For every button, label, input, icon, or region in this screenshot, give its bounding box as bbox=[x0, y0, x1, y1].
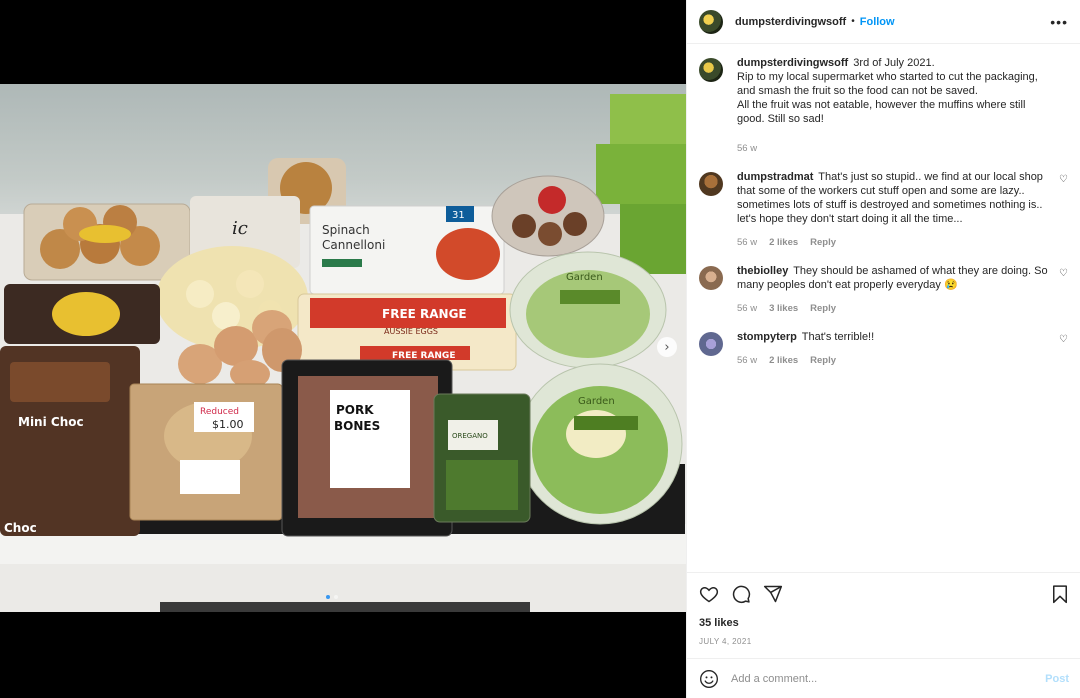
comment-item: dumpstradmat That's just so stupid.. we … bbox=[699, 170, 1068, 250]
eggs-sub: AUSSIE EGGS bbox=[384, 327, 438, 336]
price-tag: $1.00 bbox=[212, 418, 244, 431]
cannelloni-line2: Cannelloni bbox=[322, 238, 385, 252]
author-avatar[interactable] bbox=[699, 9, 723, 34]
caption-line: good. Still so sad! bbox=[737, 113, 824, 125]
commenter-avatar[interactable] bbox=[699, 172, 723, 196]
reduced-tag: Reduced bbox=[200, 407, 239, 417]
comment-likes[interactable]: 3 likes bbox=[769, 302, 798, 316]
commenter-avatar[interactable] bbox=[699, 332, 723, 356]
cannelloni-size: 31 bbox=[452, 210, 465, 221]
post-panel: dumpsterdivingwsoff • Follow ••• dumpste… bbox=[686, 0, 1080, 698]
post-actions: 35 likes JULY 4, 2021 bbox=[687, 572, 1080, 646]
groceries-photo: ic 31 Spinach Cannelloni Mini Choc Choc … bbox=[0, 94, 686, 612]
caption-line: All the fruit was not eatable, however t… bbox=[737, 99, 1026, 111]
header-separator: • bbox=[851, 16, 855, 27]
comment-username[interactable]: stompyterp bbox=[737, 331, 797, 343]
comment-item: stompyterp That's terrible!! 56 w 2 like… bbox=[699, 330, 1068, 368]
comment-username[interactable]: dumpstradmat bbox=[737, 171, 813, 183]
svg-text:ic: ic bbox=[232, 218, 248, 239]
heart-icon[interactable] bbox=[699, 584, 719, 604]
post-media: ic 31 Spinach Cannelloni Mini Choc Choc … bbox=[0, 0, 686, 698]
more-icon[interactable]: ••• bbox=[1050, 14, 1068, 30]
caption-line: and smash the fruit so the food can not … bbox=[737, 85, 978, 97]
commenter-avatar[interactable] bbox=[699, 266, 723, 290]
likes-count[interactable]: 35 likes bbox=[699, 617, 1069, 629]
share-icon[interactable] bbox=[763, 584, 783, 604]
next-image-button[interactable]: › bbox=[657, 337, 677, 357]
heart-icon[interactable]: ♡ bbox=[1054, 268, 1068, 316]
comment-time[interactable]: 56 w bbox=[737, 236, 757, 250]
caption-username[interactable]: dumpsterdivingwsoff bbox=[737, 57, 848, 69]
comment-item: thebiolley They should be ashamed of wha… bbox=[699, 264, 1068, 316]
reply-button[interactable]: Reply bbox=[810, 302, 836, 316]
post-date: JULY 4, 2021 bbox=[699, 637, 752, 646]
carousel-dot-active bbox=[326, 595, 330, 599]
comment-input[interactable] bbox=[731, 672, 1046, 685]
comment-composer: Post bbox=[687, 658, 1080, 698]
follow-button[interactable]: Follow bbox=[860, 16, 895, 28]
pork-line1: PORK bbox=[336, 403, 374, 417]
bookmark-icon[interactable] bbox=[1051, 584, 1069, 604]
comment-likes[interactable]: 2 likes bbox=[769, 354, 798, 368]
caption: dumpsterdivingwsoff 3rd of July 2021. Ri… bbox=[699, 56, 1068, 156]
eggs-label: FREE RANGE bbox=[382, 307, 467, 321]
heart-icon[interactable]: ♡ bbox=[1054, 174, 1068, 250]
comment-username[interactable]: thebiolley bbox=[737, 265, 788, 277]
emoji-icon[interactable] bbox=[699, 669, 719, 689]
choc-label: Choc bbox=[4, 521, 37, 535]
comments-list[interactable]: dumpsterdivingwsoff 3rd of July 2021. Ri… bbox=[687, 44, 1080, 572]
pork-line2: BONES bbox=[334, 419, 380, 433]
cannelloni-line1: Spinach bbox=[322, 223, 370, 237]
reply-button[interactable]: Reply bbox=[810, 236, 836, 250]
comment-icon[interactable] bbox=[731, 584, 751, 604]
caption-time[interactable]: 56 w bbox=[737, 142, 757, 156]
oregano-label: OREGANO bbox=[452, 432, 488, 440]
chevron-right-icon: › bbox=[664, 339, 670, 355]
post-button[interactable]: Post bbox=[1045, 673, 1069, 685]
comment-likes[interactable]: 2 likes bbox=[769, 236, 798, 250]
comment-text: That's terrible!! bbox=[801, 331, 875, 343]
caption-avatar[interactable] bbox=[699, 58, 723, 82]
post-header: dumpsterdivingwsoff • Follow ••• bbox=[687, 0, 1080, 44]
comment-time[interactable]: 56 w bbox=[737, 302, 757, 316]
caption-line: 3rd of July 2021. bbox=[853, 57, 935, 69]
garden2-label: Garden bbox=[578, 396, 615, 407]
caption-line: Rip to my local supermarket who started … bbox=[737, 71, 1038, 83]
comment-time[interactable]: 56 w bbox=[737, 354, 757, 368]
reply-button[interactable]: Reply bbox=[810, 354, 836, 368]
carousel-dot bbox=[334, 595, 338, 599]
post-photo[interactable]: ic 31 Spinach Cannelloni Mini Choc Choc … bbox=[0, 84, 686, 612]
heart-icon[interactable]: ♡ bbox=[1054, 334, 1068, 368]
carousel-dots bbox=[326, 595, 338, 599]
garden1-label: Garden bbox=[566, 272, 603, 283]
author-username[interactable]: dumpsterdivingwsoff bbox=[735, 16, 846, 28]
minichoc-label: Mini Choc bbox=[18, 415, 84, 429]
